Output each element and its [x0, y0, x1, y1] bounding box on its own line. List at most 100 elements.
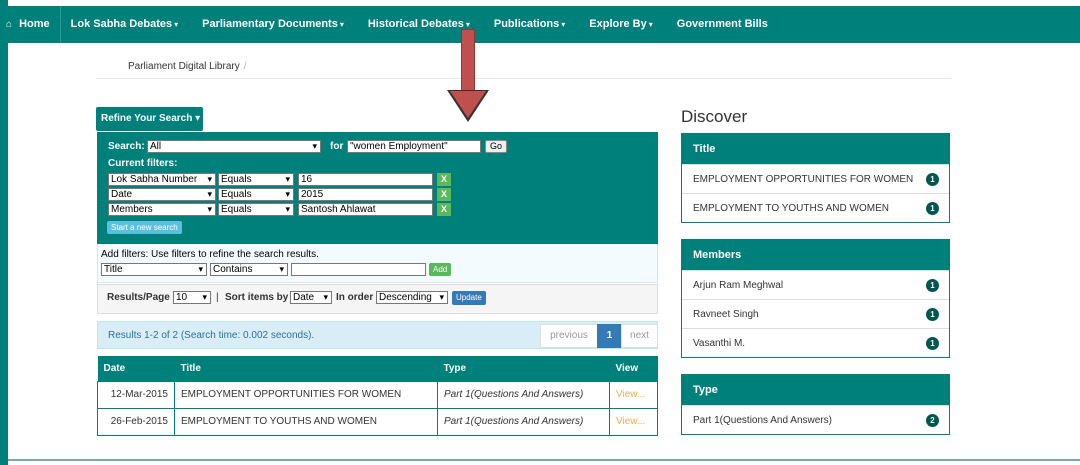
add-filter-button[interactable]: Add	[429, 263, 452, 276]
sort-by-value: Date	[293, 292, 315, 303]
facet-label: Vasanthi M.	[693, 338, 746, 349]
chevron-down-icon: ▾	[207, 204, 212, 214]
search-scope-value: All	[150, 141, 162, 152]
filter-value-input[interactable]: 16	[298, 173, 433, 186]
nav-label: Historical Debates	[367, 18, 464, 30]
filter-op-value: Equals	[221, 204, 252, 215]
discover-title: Discover	[681, 107, 748, 126]
column-header: View	[609, 356, 658, 381]
per-page-select[interactable]: 10 ▾	[173, 291, 211, 304]
filter-field-select[interactable]: Lok Sabha Number ▾	[108, 173, 216, 186]
count-badge: 1	[926, 202, 939, 215]
filter-field-select[interactable]: Members ▾	[108, 203, 216, 216]
nav-explore-by[interactable]: Explore By ▾	[575, 6, 662, 43]
home-icon: ⌂	[6, 19, 13, 30]
count-badge: 1	[926, 308, 939, 321]
filter-op-select[interactable]: Equals ▾	[218, 173, 294, 186]
facet-item[interactable]: EMPLOYMENT TO YOUTHS AND WOMEN 1	[682, 193, 949, 222]
nav-government-bills[interactable]: Government Bills	[663, 6, 778, 43]
cell-title: EMPLOYMENT TO YOUTHS AND WOMEN	[174, 407, 438, 436]
caret-down-icon: ▾	[561, 20, 566, 29]
order-select[interactable]: Descending ▾	[376, 291, 448, 304]
remove-filter-button[interactable]: X	[437, 188, 451, 201]
sort-by-select[interactable]: Date ▾	[290, 291, 332, 304]
annotation-arrow-head-fill	[450, 91, 486, 118]
add-filter-field-select[interactable]: Title ▾	[101, 263, 207, 276]
facet-label: Arjun Ram Meghwal	[693, 280, 784, 291]
caret-down-icon: ▾	[174, 20, 179, 29]
remove-filter-button[interactable]: X	[437, 203, 451, 216]
breadcrumb-separator: /	[243, 61, 247, 72]
nav-label: Publications	[493, 18, 560, 30]
discover-panel-members: Members Arjun Ram Meghwal 1 Ravneet Singh…	[681, 239, 950, 358]
nav-publications[interactable]: Publications ▾	[480, 6, 575, 43]
cell-title: EMPLOYMENT OPPORTUNITIES FOR WOMEN	[174, 380, 438, 409]
breadcrumb: Parliament Digital Library /	[128, 61, 247, 72]
filter-field-value: Lok Sabha Number	[111, 174, 198, 185]
chevron-down-icon: ▾	[312, 141, 317, 151]
page: ⌂ Home Lok Sabha Debates ▾ Parliamentary …	[0, 0, 1080, 465]
view-link[interactable]: View...	[609, 380, 658, 409]
facet-item[interactable]: EMPLOYMENT OPPORTUNITIES FOR WOMEN 1	[682, 164, 949, 193]
add-filter-value-input[interactable]	[291, 263, 426, 276]
facet-label: Part 1(Questions And Answers)	[693, 415, 832, 426]
sort-label: Sort items by	[225, 292, 289, 303]
filter-field-select[interactable]: Date ▾	[108, 188, 216, 201]
filter-value-input[interactable]: Santosh Ahlawat	[298, 203, 433, 216]
nav-home[interactable]: ⌂ Home	[0, 6, 61, 43]
caret-down-icon: ▾	[648, 20, 653, 29]
breadcrumb-item[interactable]: Parliament Digital Library	[128, 61, 240, 72]
filter-op-select[interactable]: Equals ▾	[218, 203, 294, 216]
panel-heading: Members	[682, 240, 949, 270]
count-badge: 1	[926, 173, 939, 186]
facet-item[interactable]: Vasanthi M. 1	[682, 328, 949, 357]
chevron-down-icon: ▾	[285, 174, 290, 184]
search-scope-select[interactable]: All ▾	[147, 140, 321, 153]
nav-lok-sabha-debates[interactable]: Lok Sabha Debates ▾	[61, 6, 189, 43]
nav-parliamentary-documents[interactable]: Parliamentary Documents ▾	[188, 6, 354, 43]
facet-item[interactable]: Ravneet Singh 1	[682, 299, 949, 328]
top-navbar: ⌂ Home Lok Sabha Debates ▾ Parliamentary …	[0, 6, 1080, 43]
options-separator: |	[216, 292, 219, 303]
table-row: 26-Feb-2015 EMPLOYMENT TO YOUTHS AND WOM…	[97, 407, 658, 436]
per-page-value: 10	[176, 292, 188, 303]
count-badge: 2	[926, 414, 939, 427]
facet-label: Ravneet Singh	[693, 309, 759, 320]
filter-value-input[interactable]: 2015	[298, 188, 433, 201]
pager-previous[interactable]: previous	[540, 324, 598, 348]
frame-edge	[0, 0, 8, 465]
caret-down-icon: ▾	[465, 20, 470, 29]
nav-label: Lok Sabha Debates	[70, 18, 173, 30]
chevron-down-icon: ▾	[198, 264, 203, 274]
go-button[interactable]: Go	[485, 140, 508, 153]
results-table: Date Title Type View 12-Mar-2015 EMPLOYM…	[97, 356, 658, 436]
view-link[interactable]: View...	[609, 407, 658, 436]
column-header[interactable]: Title	[174, 356, 438, 381]
remove-filter-button[interactable]: X	[437, 173, 451, 186]
refine-search-button[interactable]: Refine Your Search ▾	[96, 107, 203, 131]
new-search-button[interactable]: Start a new search	[107, 221, 182, 234]
cell-date: 26-Feb-2015	[97, 407, 175, 436]
panel-heading: Title	[682, 134, 949, 164]
chevron-down-icon: ▾	[285, 189, 290, 199]
frame-edge-bottom	[8, 459, 1080, 465]
discover-panel-title: Title EMPLOYMENT OPPORTUNITIES FOR WOMEN…	[681, 133, 950, 223]
filter-op-select[interactable]: Equals ▾	[218, 188, 294, 201]
add-filter-op-select[interactable]: Contains ▾	[210, 263, 288, 276]
pager-page-current[interactable]: 1	[597, 324, 622, 348]
facet-item[interactable]: Part 1(Questions And Answers) 2	[682, 405, 949, 434]
count-badge: 1	[926, 337, 939, 350]
annotation-arrow-shaft	[461, 29, 475, 91]
facet-item[interactable]: Arjun Ram Meghwal 1	[682, 270, 949, 299]
filter-field-value: Members	[111, 204, 153, 215]
chevron-down-icon: ▾	[323, 292, 328, 302]
facet-label: EMPLOYMENT TO YOUTHS AND WOMEN	[693, 203, 889, 214]
filter-op-value: Equals	[221, 189, 252, 200]
pager-next[interactable]: next	[621, 324, 658, 348]
column-header[interactable]: Type	[437, 356, 610, 381]
update-button[interactable]: Update	[452, 291, 486, 305]
column-header[interactable]: Date	[97, 356, 175, 381]
chevron-down-icon: ▾	[207, 189, 212, 199]
cell-type: Part 1(Questions And Answers)	[437, 407, 610, 436]
search-query-input[interactable]: "women Employment"	[347, 140, 481, 153]
